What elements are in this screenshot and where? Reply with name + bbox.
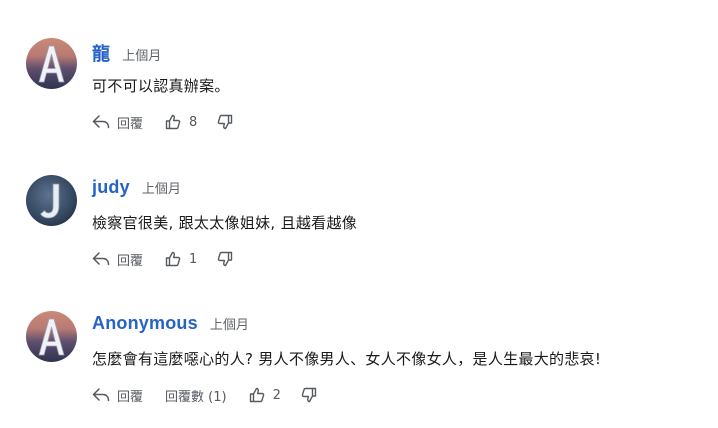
reply-button[interactable]: 回覆 [92,386,143,405]
reply-arrow-icon [92,387,110,403]
thumbs-up-icon [165,251,181,267]
letter-a-avatar[interactable] [26,38,77,89]
replies-count-label: 回覆數 (1) [165,389,227,405]
like-count: 8 [189,114,198,130]
letter-j-avatar[interactable] [26,175,77,226]
like-button[interactable]: 2 [249,387,281,403]
reply-button[interactable]: 回覆 [92,250,143,269]
comment-item: 龍 上個月 可不可以認真辦案。 回覆 8 [26,38,706,158]
like-count: 2 [272,387,281,403]
timestamp: 上個月 [209,318,249,333]
author-name[interactable]: 龍 [92,40,110,66]
comment-text: 怎麼會有這麼噁心的人? 男人不像男人、女人不像女人，是人生最大的悲哀! [92,350,602,368]
like-count: 1 [189,251,198,267]
reply-button[interactable]: 回覆 [92,113,143,132]
like-button[interactable]: 1 [165,251,197,267]
comment-text: 檢察官很美, 跟太太像姐妹, 且越看越像 [92,214,358,232]
like-button[interactable]: 8 [165,114,197,130]
thumbs-down-icon [217,251,233,267]
comment-actions: 回覆 回覆數 (1) 2 [92,384,317,406]
reply-label: 回覆 [117,389,144,405]
dislike-button[interactable] [217,251,233,267]
comment-item: Anonymous 上個月 怎麼會有這麼噁心的人? 男人不像男人、女人不像女人，… [26,311,706,428]
reply-label: 回覆 [117,253,144,269]
author-name[interactable]: Anonymous [92,313,198,334]
thumbs-up-icon [249,387,265,403]
timestamp: 上個月 [141,182,181,197]
comment-actions: 回覆 1 [92,248,233,270]
comments-list: 龍 上個月 可不可以認真辦案。 回覆 8 judy 上個月 檢察官很美, 跟太太… [0,0,718,428]
comment-header: 龍 上個月 [92,40,161,66]
dislike-button[interactable] [301,387,317,403]
comment-header: Anonymous 上個月 [92,313,249,339]
thumbs-up-icon [165,114,181,130]
view-replies-button[interactable]: 回覆數 (1) [165,386,227,405]
comment-actions: 回覆 8 [92,111,233,133]
author-name[interactable]: judy [92,177,130,198]
reply-arrow-icon [92,114,110,130]
comment-header: judy 上個月 [92,177,181,203]
comment-text: 可不可以認真辦案。 [92,77,230,95]
letter-a-avatar[interactable] [26,311,77,362]
comment-item: judy 上個月 檢察官很美, 跟太太像姐妹, 且越看越像 回覆 1 [26,175,706,295]
thumbs-down-icon [217,114,233,130]
reply-label: 回覆 [117,116,144,132]
thumbs-down-icon [301,387,317,403]
dislike-button[interactable] [217,114,233,130]
reply-arrow-icon [92,251,110,267]
timestamp: 上個月 [122,49,162,64]
